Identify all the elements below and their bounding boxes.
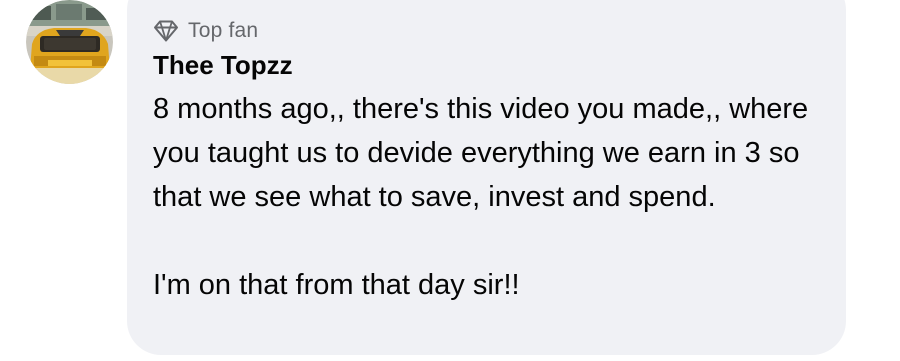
avatar-image (26, 0, 113, 84)
comment-paragraph: I'm on that from that day sir!! (153, 269, 520, 301)
avatar[interactable] (26, 0, 113, 84)
author-name[interactable]: Thee Topzz (153, 50, 293, 81)
top-fan-badge[interactable]: Top fan (153, 18, 258, 44)
badge-label: Top fan (188, 19, 259, 42)
comment-text: 8 months ago,, there's this video you ma… (153, 87, 833, 307)
comment-paragraph: 8 months ago,, there's this video you ma… (153, 93, 809, 213)
comment-thread: Top fan Thee Topzz 8 months ago,, there'… (0, 0, 900, 361)
diamond-icon (153, 19, 179, 43)
